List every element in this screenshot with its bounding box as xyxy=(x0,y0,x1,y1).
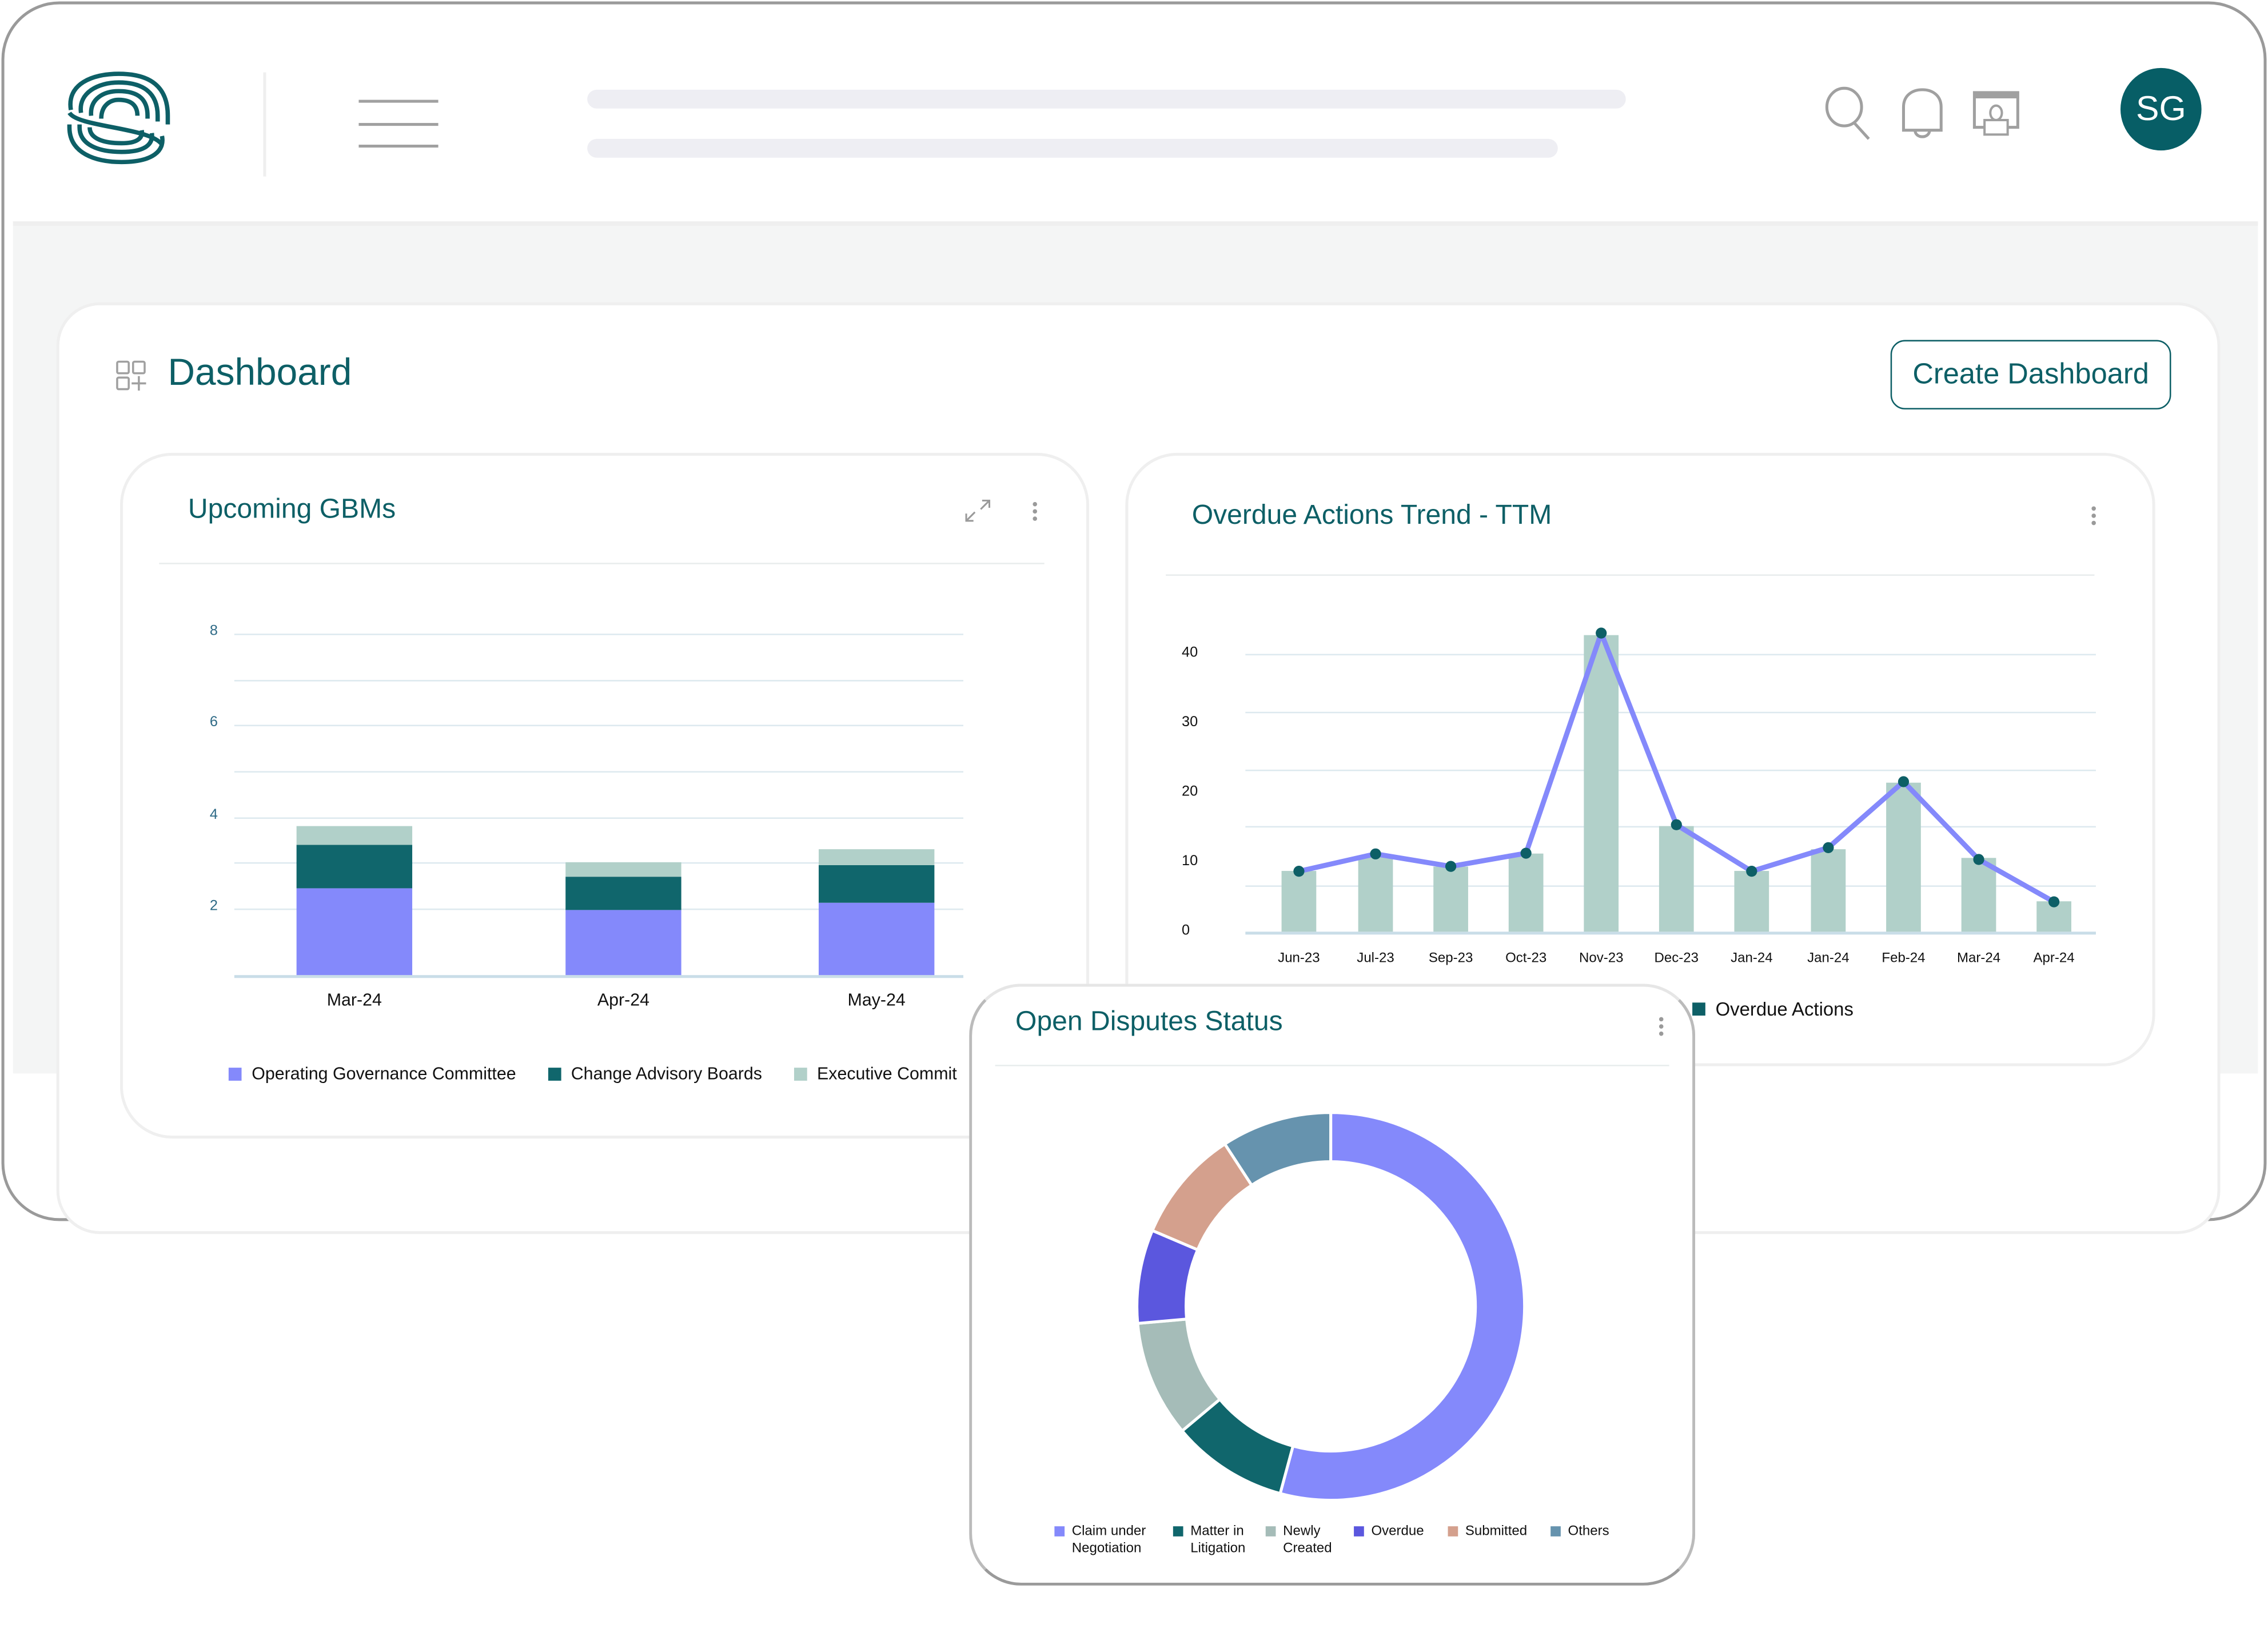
stage: SG Dashboard Create Dashboard Upcoming G… xyxy=(0,0,2268,1648)
legend-swatch xyxy=(1354,1526,1364,1536)
legend-label: Overdue xyxy=(1371,1523,1424,1540)
legend-item[interactable]: Overdue Actions xyxy=(1692,998,1854,1020)
line-point[interactable] xyxy=(1520,847,1532,859)
legend-item[interactable]: Overdue xyxy=(1354,1523,1424,1540)
donut-chart xyxy=(1135,1111,1526,1502)
line-point[interactable] xyxy=(1823,842,1834,853)
legend-label: Others xyxy=(1568,1523,1609,1540)
line-point[interactable] xyxy=(1898,776,1910,787)
line-point[interactable] xyxy=(1445,861,1457,872)
legend-label-line: Others xyxy=(1568,1523,1609,1539)
legend-label-line: Negotiation xyxy=(1071,1540,1142,1557)
legend-item[interactable]: Others xyxy=(1550,1523,1609,1540)
trend-line xyxy=(1298,630,2055,904)
legend-item[interactable]: Claim under Negotiation xyxy=(1054,1523,1146,1558)
legend-label-line: Newly xyxy=(1283,1523,1321,1539)
line-point[interactable] xyxy=(1293,866,1305,877)
more-options-icon[interactable] xyxy=(1659,1017,1665,1039)
card-divider xyxy=(995,1065,1669,1066)
legend-item[interactable]: Newly Created xyxy=(1265,1523,1332,1558)
legend-swatch xyxy=(1692,1002,1705,1016)
line-point[interactable] xyxy=(1671,819,1682,830)
line-point[interactable] xyxy=(1973,854,1984,865)
legend-swatch xyxy=(1550,1526,1561,1536)
donut-slice[interactable] xyxy=(1278,1111,1526,1502)
legend-label: Submitted xyxy=(1465,1523,1527,1540)
card-title: Open Disputes Status xyxy=(1015,1006,1283,1038)
legend-label-line: Overdue xyxy=(1371,1523,1424,1539)
legend-swatch xyxy=(1265,1526,1276,1536)
legend-label: Claim under Negotiation xyxy=(1072,1523,1146,1558)
chart-legend: Claim under Negotiation Matter in Litigatio… xyxy=(1054,1523,1662,1567)
legend-item[interactable]: Matter in Litigation xyxy=(1173,1523,1245,1558)
legend-swatch xyxy=(1173,1526,1183,1536)
legend-label-line: Litigation xyxy=(1190,1540,1246,1557)
legend-label-line: Created xyxy=(1283,1540,1332,1557)
line-point[interactable] xyxy=(1370,848,1381,859)
legend-label-line: Matter in xyxy=(1190,1523,1244,1539)
legend-label: Matter in Litigation xyxy=(1190,1523,1245,1558)
legend-label: Overdue Actions xyxy=(1715,998,1854,1020)
legend-item[interactable]: Submitted xyxy=(1448,1523,1527,1540)
line-point[interactable] xyxy=(1596,627,1607,639)
legend-label: Newly Created xyxy=(1283,1523,1332,1558)
line-point[interactable] xyxy=(2048,896,2060,907)
line-point[interactable] xyxy=(1746,866,1757,877)
legend-swatch xyxy=(1054,1526,1065,1536)
legend-swatch xyxy=(1448,1526,1458,1536)
legend-label-line: Submitted xyxy=(1465,1523,1528,1539)
legend-label-line: Claim under xyxy=(1071,1523,1146,1539)
